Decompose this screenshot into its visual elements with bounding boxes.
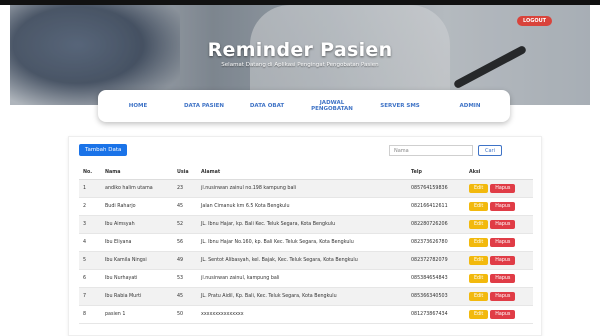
nav-server-sms[interactable]: SERVER SMS xyxy=(374,90,426,122)
nav-admin[interactable]: ADMIN xyxy=(448,90,492,122)
col-nama: Nama xyxy=(101,167,173,180)
cell-usia: 52 xyxy=(173,215,197,234)
col-telp: Telp xyxy=(407,167,465,180)
cell-telp: 082280726206 xyxy=(407,215,465,234)
cell-telp: 085764159836 xyxy=(407,179,465,198)
main-navigation: HOME DATA PASIEN DATA OBAT JADWAL PENGOB… xyxy=(98,90,510,122)
cell-aksi: Edit Hapus xyxy=(465,197,533,216)
cell-no: 2 xyxy=(79,197,101,216)
cell-no: 3 xyxy=(79,215,101,234)
cell-nama: Ibu Nurhayati xyxy=(101,269,173,288)
page: Reminder Pasien Selamat Datang di Aplika… xyxy=(0,0,600,336)
cell-usia: 23 xyxy=(173,179,197,198)
nav-data-pasien[interactable]: DATA PASIEN xyxy=(176,90,232,122)
cell-alamat: jl.nusinwan zainul no.198 kampung bali xyxy=(197,179,407,198)
col-usia: Usia xyxy=(173,167,197,180)
edit-button[interactable]: Edit xyxy=(469,237,489,247)
table-header-row: No. Nama Usia Alamat Telp Aksi xyxy=(79,167,533,180)
cell-telp: 085384654843 xyxy=(407,269,465,288)
cell-nama: Ibu Rabia Murti xyxy=(101,287,173,306)
cell-usia: 45 xyxy=(173,197,197,216)
delete-button[interactable]: Hapus xyxy=(490,273,516,283)
cell-alamat: jl.nusinwan zainul, kampung bali xyxy=(197,269,407,288)
cell-nama: Budi Raharjo xyxy=(101,197,173,216)
cell-no: 8 xyxy=(79,305,101,324)
table-row: 2 Budi Raharjo 45 Jalan Cimanuk km 6.5 K… xyxy=(79,197,533,216)
edit-button[interactable]: Edit xyxy=(469,183,489,193)
table-row: 3 Ibu Aimsyah 52 JL. Ibnu Hajar, kp. Bal… xyxy=(79,215,533,234)
col-no: No. xyxy=(79,167,101,180)
col-aksi: Aksi xyxy=(465,167,533,180)
nav-data-obat[interactable]: DATA OBAT xyxy=(244,90,290,122)
edit-button[interactable]: Edit xyxy=(469,219,489,229)
table-row: 7 Ibu Rabia Murti 45 JL. Pratu Aidil, Kp… xyxy=(79,287,533,306)
logout-button[interactable]: LOGOUT xyxy=(517,16,553,26)
cell-aksi: Edit Hapus xyxy=(465,287,533,306)
cell-telp: 082372782079 xyxy=(407,251,465,270)
cell-aksi: Edit Hapus xyxy=(465,251,533,270)
cell-nama: pasien 1 xyxy=(101,305,173,324)
search-input[interactable]: Nama xyxy=(389,145,473,156)
cell-aksi: Edit Hapus xyxy=(465,233,533,252)
cell-telp: 081273867434 xyxy=(407,305,465,324)
cell-aksi: Edit Hapus xyxy=(465,305,533,324)
edit-button[interactable]: Edit xyxy=(469,309,489,319)
search-button[interactable]: Cari xyxy=(478,145,502,156)
cell-usia: 56 xyxy=(173,233,197,252)
edit-button[interactable]: Edit xyxy=(469,255,489,265)
cell-telp: 082166412611 xyxy=(407,197,465,216)
cell-usia: 53 xyxy=(173,269,197,288)
cell-aksi: Edit Hapus xyxy=(465,179,533,198)
add-data-button[interactable]: Tambah Data xyxy=(79,144,128,156)
cell-alamat: JL. Sentot Alibasyah, kel. Bajak, Kec. T… xyxy=(197,251,407,270)
cell-no: 7 xyxy=(79,287,101,306)
app-subtitle: Selamat Datang di Aplikasi Pengingat Pen… xyxy=(221,62,379,68)
cell-no: 6 xyxy=(79,269,101,288)
edit-button[interactable]: Edit xyxy=(469,291,489,301)
app-title: Reminder Pasien xyxy=(207,39,393,61)
delete-button[interactable]: Hapus xyxy=(490,291,516,301)
nav-jadwal-pengobatan[interactable]: JADWAL PENGOBATAN xyxy=(306,90,358,122)
cell-alamat: JL. Ibnu Hajar, kp. Bali Kec. Teluk Sega… xyxy=(197,215,407,234)
table-row: 8 pasien 1 50 xxxxxxxxxxxxxxx 0812738674… xyxy=(79,305,533,324)
cell-usia: 49 xyxy=(173,251,197,270)
col-alamat: Alamat xyxy=(197,167,407,180)
cell-no: 5 xyxy=(79,251,101,270)
cell-alamat: xxxxxxxxxxxxxxx xyxy=(197,305,407,324)
patient-data-card: Tambah Data Nama Cari No. Nama Usia Alam… xyxy=(68,136,542,336)
cell-aksi: Edit Hapus xyxy=(465,269,533,288)
cell-nama: Ibu Kamila Ningsi xyxy=(101,251,173,270)
cell-alamat: Jalan Cimanuk km 6.5 Kota Bengkulu xyxy=(197,197,407,216)
cell-telp: 085366340503 xyxy=(407,287,465,306)
cell-no: 1 xyxy=(79,179,101,198)
delete-button[interactable]: Hapus xyxy=(490,201,516,211)
cell-alamat: JL. Pratu Aidil, Kp. Bali, Kec. Teluk Se… xyxy=(197,287,407,306)
delete-button[interactable]: Hapus xyxy=(490,309,516,319)
nav-home[interactable]: HOME xyxy=(116,90,160,122)
table-row: 6 Ibu Nurhayati 53 jl.nusinwan zainul, k… xyxy=(79,269,533,288)
edit-button[interactable]: Edit xyxy=(469,273,489,283)
cell-alamat: JL. Ibnu Hajar No.160, kp. Bali Kec. Tel… xyxy=(197,233,407,252)
cell-aksi: Edit Hapus xyxy=(465,215,533,234)
cell-nama: Ibu Eliyana xyxy=(101,233,173,252)
table-row: 4 Ibu Eliyana 56 JL. Ibnu Hajar No.160, … xyxy=(79,233,533,252)
delete-button[interactable]: Hapus xyxy=(490,183,516,193)
table-row: 5 Ibu Kamila Ningsi 49 JL. Sentot Alibas… xyxy=(79,251,533,270)
cell-no: 4 xyxy=(79,233,101,252)
edit-button[interactable]: Edit xyxy=(469,201,489,211)
delete-button[interactable]: Hapus xyxy=(490,237,516,247)
cell-usia: 45 xyxy=(173,287,197,306)
table-row: 1 andiko halim utama 23 jl.nusinwan zain… xyxy=(79,179,533,198)
delete-button[interactable]: Hapus xyxy=(490,255,516,265)
cell-nama: Ibu Aimsyah xyxy=(101,215,173,234)
cell-nama: andiko halim utama xyxy=(101,179,173,198)
cell-telp: 082373626780 xyxy=(407,233,465,252)
delete-button[interactable]: Hapus xyxy=(490,219,516,229)
cell-usia: 50 xyxy=(173,305,197,324)
patient-table: No. Nama Usia Alamat Telp Aksi 1 andiko … xyxy=(79,167,533,324)
